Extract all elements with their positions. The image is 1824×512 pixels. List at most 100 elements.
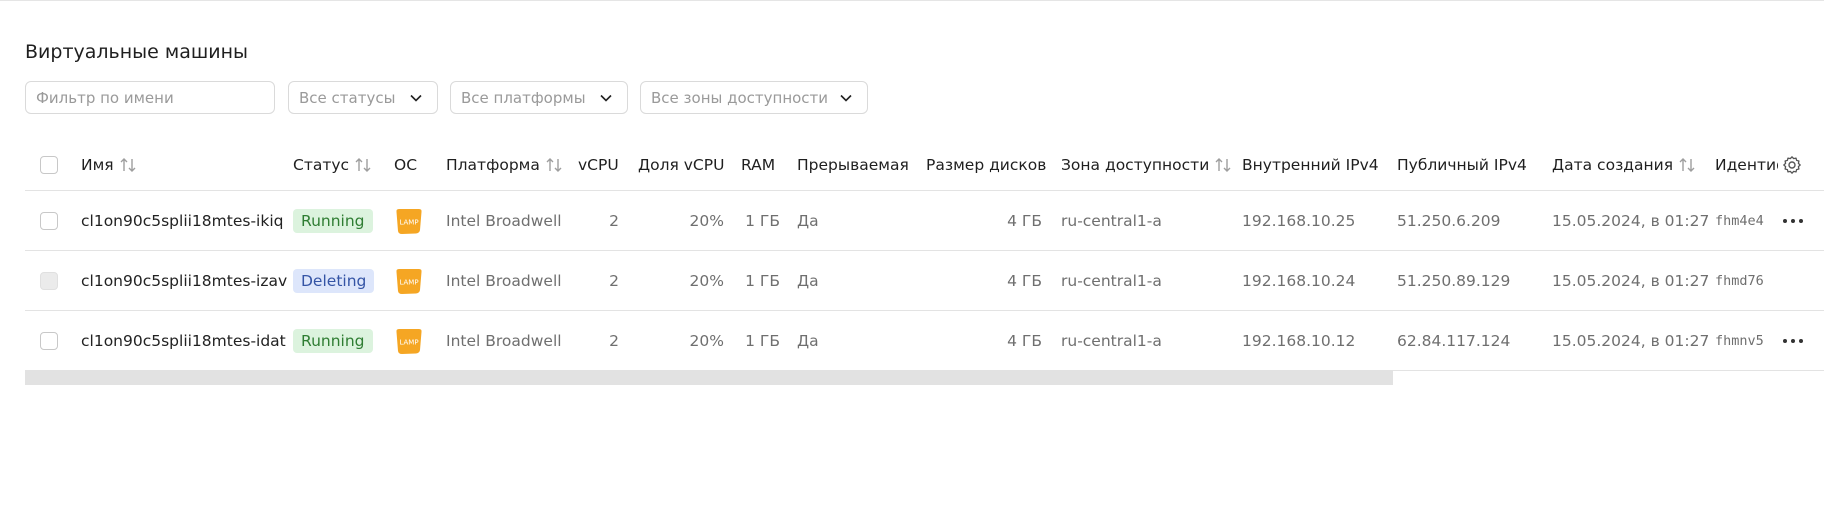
lamp-icon: LAMP	[394, 266, 424, 296]
more-icon	[1782, 218, 1804, 224]
page-title: Виртуальные машины	[25, 40, 249, 63]
zone-cell: ru-central1-a	[1061, 211, 1162, 230]
select-all-checkbox[interactable]	[40, 156, 58, 174]
chevron-down-icon	[409, 91, 423, 105]
header-status[interactable]: Статус	[293, 140, 372, 190]
status-filter-label: Все статусы	[299, 88, 396, 107]
lamp-icon: LAMP	[394, 326, 424, 356]
sort-icon	[1214, 157, 1232, 173]
chevron-down-icon	[839, 91, 853, 105]
disk-size-cell: 4 ГБ	[1007, 331, 1042, 350]
ram-cell: 1 ГБ	[745, 331, 780, 350]
header-platform[interactable]: Платформа	[446, 140, 563, 190]
preemptible-cell: Да	[797, 331, 819, 350]
column-settings-button[interactable]	[1782, 140, 1802, 190]
internal-ip-cell: 192.168.10.25	[1242, 211, 1356, 230]
status-cell: Running	[293, 191, 373, 250]
header-created-label: Дата создания	[1552, 156, 1674, 174]
public-ip-cell: 62.84.117.124	[1397, 331, 1511, 350]
header-preemptible: Прерываемая	[797, 140, 909, 190]
header-vcpu-label: vCPU	[578, 156, 619, 174]
vm-id: fhm4e4	[1715, 212, 1764, 229]
select-all-checkbox-cell	[40, 140, 58, 190]
status-badge: Running	[293, 208, 373, 233]
header-os-label: ОС	[394, 156, 418, 174]
preemptible-cell: Да	[797, 211, 819, 230]
row-checkbox-cell	[40, 311, 58, 370]
header-name-label: Имя	[81, 156, 114, 174]
sort-icon	[119, 157, 137, 173]
header-public-ip: Публичный IPv4	[1397, 140, 1527, 190]
created-cell: 15.05.2024, в 01:27	[1552, 211, 1710, 230]
header-zone-label: Зона доступности	[1061, 156, 1210, 174]
zone-filter-select[interactable]: Все зоны доступности	[640, 81, 868, 114]
svg-text:LAMP: LAMP	[399, 338, 418, 346]
header-internal-ip-label: Внутренний IPv4	[1242, 156, 1379, 174]
header-ram-label: RAM	[741, 156, 776, 174]
vm-name[interactable]: cl1on90c5splii18mtes-idat	[81, 311, 286, 370]
platform-filter-select[interactable]: Все платформы	[450, 81, 628, 114]
row-checkbox[interactable]	[40, 211, 58, 230]
svg-text:LAMP: LAMP	[399, 278, 418, 286]
header-disk-size-label: Размер дисков	[926, 156, 1047, 174]
os-cell: LAMP	[394, 311, 424, 370]
disk-size-cell: 4 ГБ	[1007, 211, 1042, 230]
header-ram: RAM	[741, 140, 775, 190]
header-internal-ip: Внутренний IPv4	[1242, 140, 1379, 190]
created-cell: 15.05.2024, в 01:27	[1552, 271, 1710, 290]
svg-text:LAMP: LAMP	[399, 218, 418, 226]
status-filter-select[interactable]: Все статусы	[288, 81, 438, 114]
row-checkbox-cell	[40, 251, 58, 310]
row-actions-button[interactable]	[1782, 311, 1804, 370]
row-checkbox-disabled	[40, 271, 58, 290]
table-row[interactable]: cl1on90c5splii18mtes-idat Running LAMP I…	[25, 311, 1824, 371]
sort-icon	[1678, 157, 1696, 173]
vm-name[interactable]: cl1on90c5splii18mtes-ikiq	[81, 191, 283, 250]
header-disk-size: Размер дисков	[926, 140, 1046, 190]
internal-ip-cell: 192.168.10.24	[1242, 271, 1356, 290]
preemptible-cell: Да	[797, 271, 819, 290]
header-created[interactable]: Дата создания	[1552, 140, 1696, 190]
header-platform-label: Платформа	[446, 156, 540, 174]
disk-size-cell: 4 ГБ	[1007, 271, 1042, 290]
vcpu-share-cell: 20%	[689, 271, 724, 290]
header-id: Идентификатор	[1715, 140, 1778, 190]
header-vcpu-share-label: Доля vCPU	[638, 156, 725, 174]
horizontal-scrollbar[interactable]	[25, 370, 1393, 385]
header-zone[interactable]: Зона доступности	[1061, 140, 1232, 190]
vcpu-cell: 2	[609, 331, 619, 350]
vcpu-share-cell: 20%	[689, 211, 724, 230]
table-row[interactable]: cl1on90c5splii18mtes-izav Deleting LAMP …	[25, 251, 1824, 311]
public-ip-cell: 51.250.89.129	[1397, 271, 1511, 290]
sort-icon	[354, 157, 372, 173]
zone-cell: ru-central1-a	[1061, 331, 1162, 350]
id-cell: fhm4e4	[1715, 191, 1767, 250]
name-filter-input[interactable]: Фильтр по имени	[25, 81, 275, 114]
header-name[interactable]: Имя	[81, 140, 137, 190]
row-actions-button[interactable]	[1782, 191, 1804, 250]
internal-ip-cell: 192.168.10.12	[1242, 331, 1356, 350]
header-preemptible-label: Прерываемая	[797, 156, 909, 174]
header-vcpu: vCPU	[578, 140, 619, 190]
created-cell: 15.05.2024, в 01:27	[1552, 331, 1710, 350]
top-divider	[0, 0, 1824, 1]
vm-id: fhmd76	[1715, 272, 1764, 289]
ram-cell: 1 ГБ	[745, 211, 780, 230]
vm-id: fhmnv5	[1715, 332, 1764, 349]
table-row[interactable]: cl1on90c5splii18mtes-ikiq Running LAMP I…	[25, 191, 1824, 251]
id-cell: fhmnv5	[1715, 311, 1767, 370]
os-cell: LAMP	[394, 251, 424, 310]
id-cell: fhmd76	[1715, 251, 1767, 310]
vm-name[interactable]: cl1on90c5splii18mtes-izav	[81, 251, 287, 310]
row-checkbox[interactable]	[40, 331, 58, 350]
vcpu-share-cell: 20%	[689, 331, 724, 350]
header-public-ip-label: Публичный IPv4	[1397, 156, 1527, 174]
gear-icon	[1782, 155, 1802, 175]
status-cell: Running	[293, 311, 373, 370]
zone-filter-label: Все зоны доступности	[651, 88, 829, 107]
platform-filter-label: Все платформы	[461, 88, 586, 107]
lamp-icon: LAMP	[394, 206, 424, 236]
zone-cell: ru-central1-a	[1061, 271, 1162, 290]
status-badge: Deleting	[293, 268, 375, 293]
header-id-label: Идентификатор	[1715, 156, 1778, 174]
